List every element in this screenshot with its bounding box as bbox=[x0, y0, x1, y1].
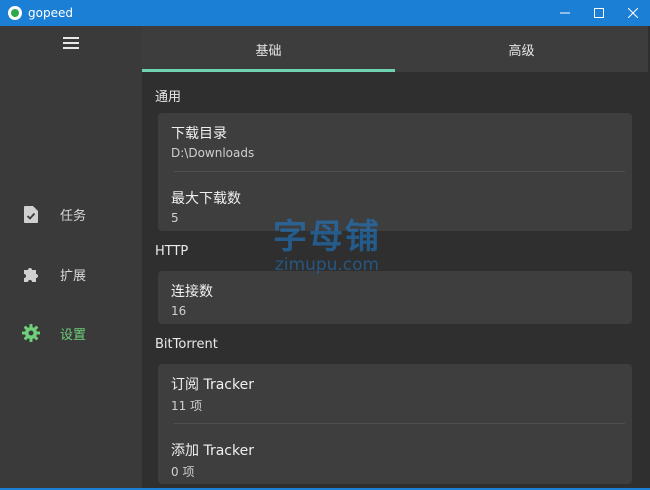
divider bbox=[174, 423, 625, 424]
settings-tabs: 基础 高级 bbox=[142, 26, 648, 72]
task-icon bbox=[22, 205, 40, 223]
sidebar: 任务 扩展 设置 bbox=[0, 26, 142, 490]
setting-name: 最大下载数 bbox=[171, 191, 241, 207]
divider bbox=[174, 171, 625, 172]
setting-value: D:\Downloads bbox=[171, 146, 255, 160]
card-http: 连接数 16 bbox=[158, 271, 632, 324]
settings-panel: 基础 高级 通用 下载目录 D:\Downloads 最大下载数 5 HTTP … bbox=[142, 26, 648, 488]
setting-value: 0 项 bbox=[171, 465, 195, 479]
hamburger-icon bbox=[63, 37, 79, 49]
setting-value: 11 项 bbox=[171, 399, 203, 413]
section-title-bittorrent: BitTorrent bbox=[155, 337, 218, 352]
setting-name: 添加 Tracker bbox=[171, 443, 254, 459]
window-controls bbox=[548, 0, 650, 26]
tab-advanced[interactable]: 高级 bbox=[395, 26, 648, 72]
setting-name: 连接数 bbox=[171, 284, 213, 300]
setting-row-download-dir[interactable]: 下载目录 D:\Downloads bbox=[171, 123, 254, 160]
maximize-button[interactable] bbox=[582, 0, 616, 26]
setting-row-add-tracker[interactable]: 添加 Tracker 0 项 bbox=[171, 440, 254, 480]
setting-row-connections[interactable]: 连接数 16 bbox=[171, 281, 213, 318]
section-title-http: HTTP bbox=[155, 244, 189, 259]
setting-row-max-downloads[interactable]: 最大下载数 5 bbox=[171, 188, 241, 225]
card-bittorrent: 订阅 Tracker 11 项 添加 Tracker 0 项 bbox=[158, 364, 632, 484]
sidebar-item-settings[interactable]: 设置 bbox=[0, 313, 142, 353]
minimize-icon bbox=[560, 12, 570, 14]
sidebar-item-tasks[interactable]: 任务 bbox=[0, 194, 142, 234]
close-button[interactable] bbox=[616, 0, 650, 26]
card-general: 下载目录 D:\Downloads 最大下载数 5 bbox=[158, 113, 632, 231]
setting-name: 下载目录 bbox=[171, 126, 227, 142]
close-icon bbox=[628, 8, 638, 18]
setting-name: 订阅 Tracker bbox=[171, 377, 254, 393]
hamburger-menu-button[interactable] bbox=[58, 32, 84, 54]
puzzle-icon bbox=[22, 265, 40, 283]
setting-row-subscribe-tracker[interactable]: 订阅 Tracker 11 项 bbox=[171, 374, 254, 414]
setting-value: 16 bbox=[171, 304, 187, 318]
sidebar-item-label: 扩展 bbox=[60, 268, 87, 284]
gear-icon bbox=[22, 324, 40, 342]
tab-basic[interactable]: 基础 bbox=[142, 26, 395, 72]
minimize-button[interactable] bbox=[548, 0, 582, 26]
sidebar-item-extensions[interactable]: 扩展 bbox=[0, 254, 142, 294]
sidebar-item-label: 设置 bbox=[60, 327, 87, 343]
sidebar-item-label: 任务 bbox=[60, 208, 87, 224]
title-bar: gopeed bbox=[0, 0, 650, 26]
setting-value: 5 bbox=[171, 211, 179, 225]
app-logo-icon bbox=[8, 6, 22, 20]
maximize-icon bbox=[594, 8, 604, 18]
section-title-general: 通用 bbox=[155, 90, 182, 105]
window-title: gopeed bbox=[28, 6, 73, 20]
